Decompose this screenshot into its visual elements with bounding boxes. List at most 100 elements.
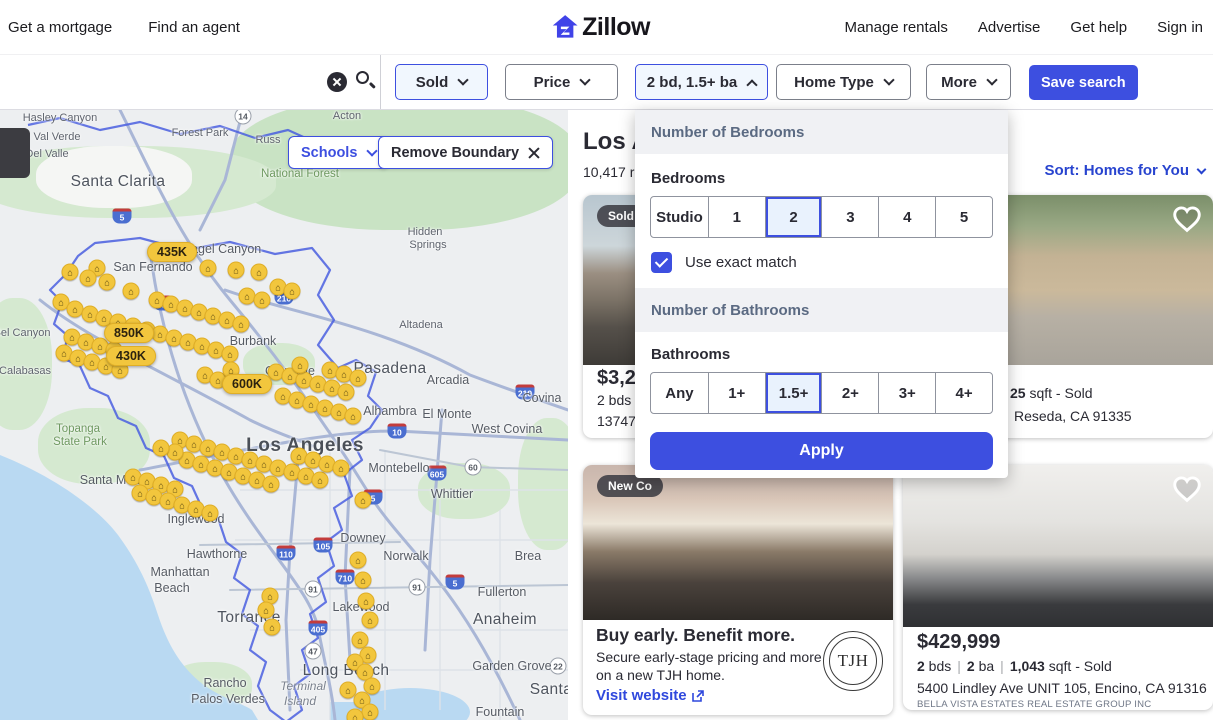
checkbox-checked-icon[interactable]: [651, 252, 672, 273]
filter-chip-more[interactable]: More: [926, 64, 1011, 100]
favorite-heart-icon[interactable]: [1171, 473, 1203, 510]
exact-match-checkbox-row[interactable]: Use exact match: [651, 252, 797, 273]
top-navigation: Get a mortgage Find an agent Zillow Manag…: [0, 0, 1213, 55]
map-listing-marker[interactable]: ⌂: [264, 619, 281, 636]
facts-value: 2: [967, 658, 975, 674]
map-listing-marker[interactable]: ⌂: [254, 292, 271, 309]
map-listing-marker[interactable]: ⌂: [312, 472, 329, 489]
bedrooms-section-header: Number of Bedrooms: [635, 110, 1008, 154]
map-listing-marker[interactable]: ⌂: [251, 264, 268, 281]
bedrooms-option-4[interactable]: 4: [878, 197, 935, 237]
map-listing-marker[interactable]: ⌂: [263, 476, 280, 493]
clear-search-icon[interactable]: [327, 72, 347, 92]
map-listing-marker[interactable]: ⌂: [233, 316, 250, 333]
bathrooms-option-1+[interactable]: 1+: [708, 373, 765, 413]
facts-unit: bds: [925, 658, 951, 674]
map-listing-marker[interactable]: ⌂: [99, 274, 116, 291]
schools-button[interactable]: Schools: [288, 136, 389, 169]
filter-chip-label: Price: [534, 74, 571, 91]
map-listing-marker[interactable]: ⌂: [222, 346, 239, 363]
external-link-icon: [692, 690, 704, 702]
facts-unit: sqft - Sold: [1045, 658, 1112, 674]
beds-baths-popover: Number of Bedrooms Bedrooms Studio12345 …: [635, 110, 1008, 478]
listing-address-fragment: Reseda, CA 91335: [1014, 408, 1132, 424]
schools-button-label: Schools: [301, 145, 357, 161]
filter-chip-2-bd-1.5+-ba[interactable]: 2 bd, 1.5+ ba: [635, 64, 768, 100]
highway-shield-60: 60: [465, 459, 482, 476]
visit-website-link[interactable]: Visit website: [596, 687, 704, 704]
highway-shield-210: 210: [516, 385, 535, 400]
facts-unit: ba: [975, 658, 994, 674]
map-price-pill-435k[interactable]: 435K: [147, 242, 197, 262]
nav-link-find-an-agent[interactable]: Find an agent: [148, 19, 240, 36]
map-listing-marker[interactable]: ⌂: [345, 408, 362, 425]
ad-card-tjh[interactable]: New Co Buy early. Benefit more. Secure e…: [583, 465, 893, 715]
nav-link-sign-in[interactable]: Sign in: [1157, 19, 1203, 36]
sort-dropdown[interactable]: Sort: Homes for You: [1045, 162, 1205, 179]
map-price-pill-430k[interactable]: 430K: [106, 346, 156, 366]
nav-link-advertise[interactable]: Advertise: [978, 19, 1041, 36]
map-price-pill-600k[interactable]: 600K: [222, 374, 272, 394]
map-listing-marker[interactable]: ⌂: [62, 264, 79, 281]
nav-link-manage-rentals[interactable]: Manage rentals: [844, 19, 947, 36]
apply-button[interactable]: Apply: [650, 432, 993, 470]
map-listing-marker[interactable]: ⌂: [258, 602, 275, 619]
highway-shield-605: 605: [428, 466, 447, 481]
tjh-logo: TJH: [823, 631, 883, 691]
map-listing-marker[interactable]: ⌂: [350, 370, 367, 387]
bedrooms-option-2[interactable]: 2: [765, 197, 822, 237]
search-icon[interactable]: [356, 71, 369, 84]
map-listing-marker[interactable]: ⌂: [292, 357, 309, 374]
bathrooms-option-1.5+[interactable]: 1.5+: [765, 373, 822, 413]
listing-card-encino[interactable]: $429,999 2 bds|2 ba|1,043 sqft - Sold 54…: [903, 465, 1213, 710]
listing-price: $429,999: [917, 631, 1000, 654]
map-listing-marker[interactable]: ⌂: [358, 593, 375, 610]
favorite-heart-icon[interactable]: [1171, 203, 1203, 240]
map-listing-marker[interactable]: ⌂: [228, 262, 245, 279]
listing-photo[interactable]: [903, 465, 1213, 627]
map-listing-marker[interactable]: ⌂: [355, 572, 372, 589]
bathrooms-option-4+[interactable]: 4+: [935, 373, 992, 413]
remove-boundary-button[interactable]: Remove Boundary: [378, 136, 553, 169]
map-listing-marker[interactable]: ⌂: [123, 283, 140, 300]
map-listing-marker[interactable]: ⌂: [200, 260, 217, 277]
bedrooms-option-5[interactable]: 5: [935, 197, 992, 237]
save-search-button[interactable]: Save search: [1029, 65, 1138, 100]
highway-shield-22: 22: [550, 658, 567, 675]
nav-link-get-help[interactable]: Get help: [1070, 19, 1127, 36]
map-listing-marker[interactable]: ⌂: [153, 440, 170, 457]
map-canvas[interactable]: 1452104052101060560511010571091915405472…: [0, 110, 568, 720]
map-listing-marker[interactable]: ⌂: [80, 270, 97, 287]
bathrooms-option-any[interactable]: Any: [651, 373, 708, 413]
filter-chip-price[interactable]: Price: [505, 64, 618, 100]
bathrooms-option-2+[interactable]: 2+: [821, 373, 878, 413]
bedrooms-option-3[interactable]: 3: [821, 197, 878, 237]
filter-chip-sold[interactable]: Sold: [395, 64, 488, 100]
map-listing-marker[interactable]: ⌂: [362, 612, 379, 629]
map-listing-marker[interactable]: ⌂: [355, 492, 372, 509]
map-edge-control[interactable]: [0, 128, 30, 178]
search-input[interactable]: [10, 67, 310, 97]
map-listing-marker[interactable]: ⌂: [347, 709, 364, 720]
map-listing-marker[interactable]: ⌂: [284, 283, 301, 300]
chevron-up-icon: [747, 79, 758, 90]
filter-bar: Sold Price 2 bd, 1.5+ ba Home Type More Save…: [0, 55, 1213, 110]
bathrooms-option-3+[interactable]: 3+: [878, 373, 935, 413]
ad-title: Buy early. Benefit more.: [596, 625, 795, 646]
highway-shield-110: 110: [277, 546, 296, 561]
map-listing-marker[interactable]: ⌂: [338, 384, 355, 401]
filter-chip-home-type[interactable]: Home Type: [776, 64, 911, 100]
map-price-pill-850k[interactable]: 850K: [104, 323, 154, 343]
pacific-ocean: [0, 455, 258, 720]
map-listing-marker[interactable]: ⌂: [362, 704, 379, 720]
zillow-logo[interactable]: Zillow: [551, 0, 650, 55]
facts-value: 1,043: [1010, 658, 1045, 674]
bedrooms-option-studio[interactable]: Studio: [651, 197, 708, 237]
bedrooms-option-1[interactable]: 1: [708, 197, 765, 237]
map-listing-marker[interactable]: ⌂: [350, 552, 367, 569]
filter-chip-label: Home Type: [794, 74, 874, 91]
nav-link-get-a-mortgage[interactable]: Get a mortgage: [8, 19, 112, 36]
map-listing-marker[interactable]: ⌂: [333, 460, 350, 477]
ad-body-line1: Secure early-stage pricing and more: [596, 649, 822, 665]
map-listing-marker[interactable]: ⌂: [202, 505, 219, 522]
